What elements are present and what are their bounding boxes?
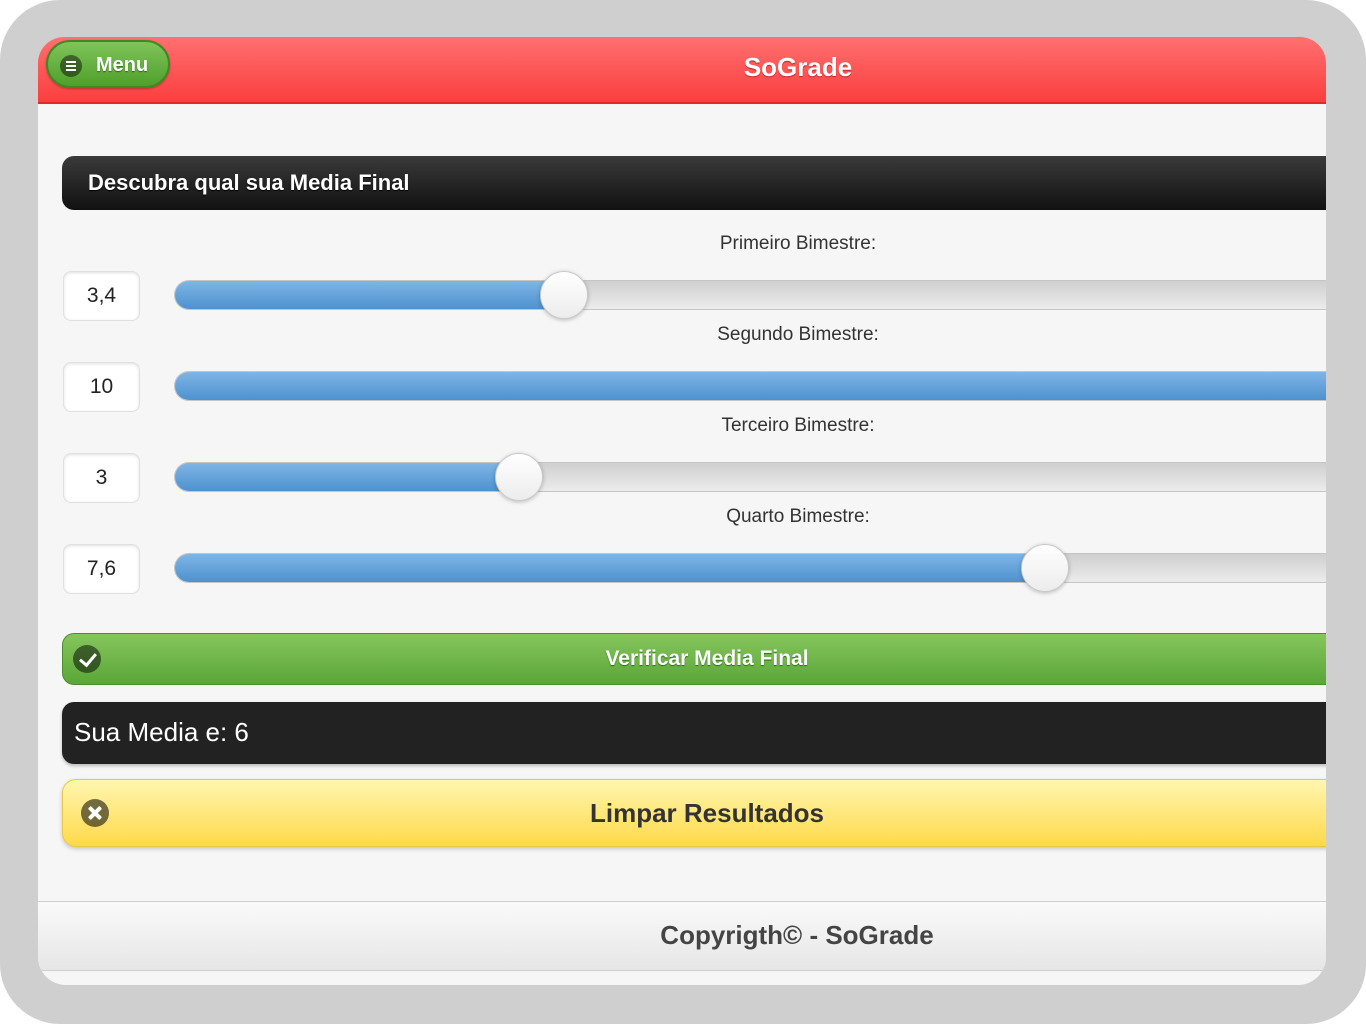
- clear-button-label: Limpar Resultados: [589, 798, 825, 828]
- slider-fill: [175, 463, 519, 491]
- slider-track-terceiro[interactable]: [174, 453, 1326, 501]
- section-title: Descubra qual sua Media Final: [62, 156, 1326, 210]
- slider-track-segundo[interactable]: [174, 371, 1326, 401]
- grade-input-primeiro[interactable]: 3,4: [63, 271, 140, 321]
- verify-button-label: Verificar Media Final: [605, 647, 809, 670]
- clear-results-button[interactable]: Limpar Resultados: [62, 779, 1326, 847]
- slider-label-quarto: Quarto Bimestre:: [726, 506, 870, 527]
- slider-track-primeiro[interactable]: [174, 271, 1326, 319]
- slider-label-primeiro: Primeiro Bimestre:: [719, 233, 877, 254]
- app-screen: Menu SoGrade Descubra qual sua Media Fin…: [38, 37, 1326, 985]
- grade-input-terceiro[interactable]: 3: [63, 453, 140, 503]
- slider-handle[interactable]: [540, 271, 589, 319]
- result-display: Sua Media e: 6: [62, 702, 1326, 764]
- slider-label-segundo: Segundo Bimestre:: [717, 324, 879, 345]
- device-frame: Menu SoGrade Descubra qual sua Media Fin…: [0, 0, 1366, 1024]
- slider-handle[interactable]: [1021, 544, 1070, 592]
- slider-fill: [175, 554, 1046, 582]
- slider-handle[interactable]: [494, 453, 543, 501]
- grade-input-quarto[interactable]: 7,6: [63, 544, 140, 594]
- close-icon: [81, 799, 109, 827]
- app-title: SoGrade: [743, 52, 853, 82]
- slider-fill: [175, 281, 565, 309]
- header-bar: Menu SoGrade: [38, 37, 1326, 104]
- slider-fill: [175, 372, 1326, 400]
- grade-input-segundo[interactable]: 10: [63, 362, 140, 412]
- footer-copyright: Copyrigth© - SoGrade: [660, 920, 934, 950]
- check-icon: [73, 645, 101, 673]
- footer: Copyrigth© - SoGrade: [38, 901, 1326, 971]
- slider-track-quarto[interactable]: [174, 544, 1326, 592]
- slider-label-terceiro: Terceiro Bimestre:: [721, 415, 875, 436]
- verify-average-button[interactable]: Verificar Media Final: [62, 633, 1326, 685]
